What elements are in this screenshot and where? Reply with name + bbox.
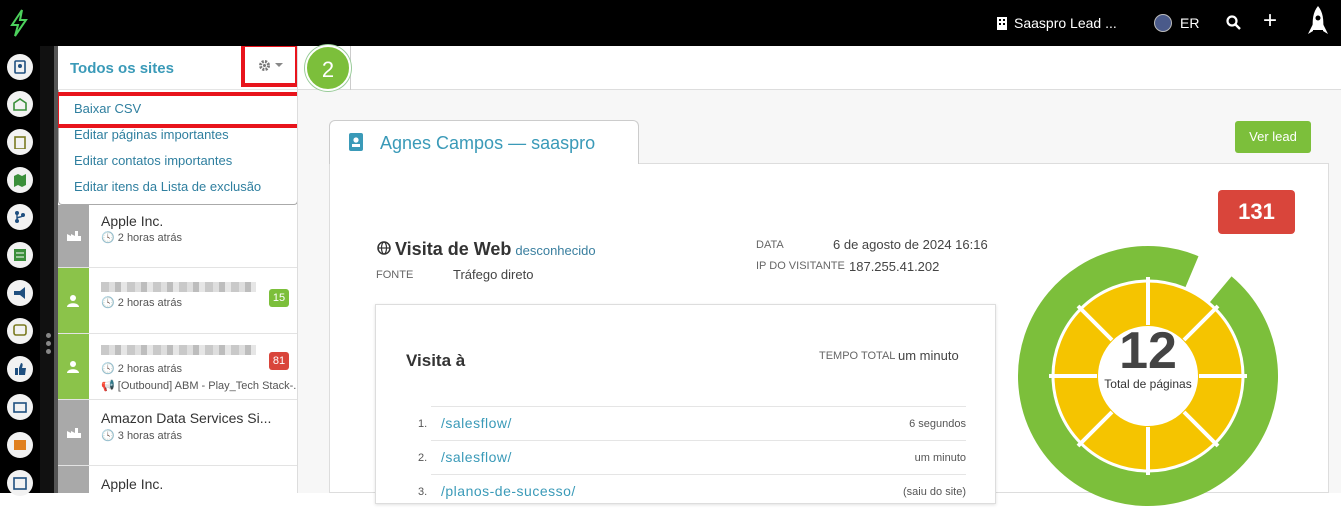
- chevron-down-icon: [274, 63, 283, 67]
- page-link[interactable]: /salesflow/: [441, 415, 512, 431]
- tv-icon[interactable]: [7, 394, 33, 420]
- visit-time: 🕓 2 horas atrás: [101, 363, 182, 375]
- ip-value: 187.255.41.202: [849, 259, 940, 274]
- view-lead-button[interactable]: Ver lead: [1235, 121, 1311, 153]
- calendar-icon[interactable]: [7, 470, 33, 496]
- step-marker: 2: [305, 45, 351, 91]
- list-item[interactable]: Amazon Data Services Si... 🕓 3 horas atr…: [58, 400, 297, 466]
- company-name: Apple Inc.: [101, 476, 164, 492]
- megaphone-icon[interactable]: [7, 280, 33, 306]
- score-badge: 81: [269, 352, 289, 370]
- page-link[interactable]: /planos-de-sucesso/: [441, 483, 576, 499]
- contacts-icon[interactable]: [7, 54, 33, 80]
- list-item[interactable]: Apple Inc.: [58, 466, 297, 493]
- page-row: 3. /planos-de-sucesso/ (saiu do site): [418, 474, 966, 508]
- company-strip: [58, 400, 89, 465]
- thumbs-up-icon[interactable]: [7, 356, 33, 382]
- settings-button[interactable]: [241, 46, 297, 87]
- globe-icon: [377, 241, 391, 255]
- top-bar: Saaspro Lead ... ER +: [0, 0, 1341, 46]
- branch-icon[interactable]: [7, 204, 33, 230]
- date-value: 6 de agosto de 2024 16:16: [833, 237, 988, 252]
- page-time: (saiu do site): [903, 486, 966, 498]
- visit-time: 🕓 3 horas atrás: [101, 430, 182, 442]
- add-icon[interactable]: +: [1263, 9, 1277, 33]
- company-name: Amazon Data Services Si...: [101, 410, 272, 426]
- total-pages-label: Total de páginas: [1104, 377, 1192, 391]
- campaign-label: 📢 [Outbound] ABM - Play_Tech Stack-...: [101, 380, 298, 392]
- sites-sidebar: Todos os sites Baixar CSV Editar páginas…: [58, 46, 298, 493]
- edit-important-pages-item[interactable]: Editar páginas importantes: [74, 127, 229, 142]
- factory-icon: [66, 427, 81, 438]
- mail-icon[interactable]: [7, 91, 33, 117]
- pages-title: Visita à: [406, 351, 466, 370]
- avatar: [1154, 14, 1172, 32]
- source-label: FONTE: [376, 269, 414, 281]
- company-strip: [58, 205, 89, 267]
- total-time-label: TEMPO TOTAL: [819, 350, 896, 362]
- visit-time: 🕓 2 horas atrás: [101, 297, 182, 309]
- page-row: 2. /salesflow/ um minuto: [418, 440, 966, 474]
- resize-handle[interactable]: [46, 333, 52, 357]
- list-item[interactable]: Apple Inc. 🕓 2 horas atrás: [58, 205, 297, 268]
- date-label: DATA: [756, 239, 784, 251]
- ip-label: IP DO VISITANTE: [756, 260, 845, 272]
- visit-subtitle: desconhecido: [515, 243, 596, 258]
- contact-strip: [58, 334, 89, 399]
- blurred-name: [101, 345, 256, 355]
- lead-score-badge: 131: [1218, 190, 1295, 234]
- blurred-name: [101, 282, 256, 292]
- main-area: 2 Agnes Campos — saaspro Ver lead 131 Vi…: [298, 45, 1341, 506]
- list-item[interactable]: 🕓 2 horas atrás 15: [58, 268, 297, 334]
- pages-panel: Visita à TEMPO TOTAL um minuto 1. /sales…: [375, 304, 996, 504]
- person-icon: [66, 294, 79, 307]
- user-initials: ER: [1180, 15, 1200, 31]
- edit-exclusion-list-item[interactable]: Editar itens da Lista de exclusão: [74, 179, 261, 194]
- nav-rail: [0, 46, 40, 496]
- gear-icon: [258, 59, 270, 71]
- rocket-icon[interactable]: [1305, 4, 1331, 40]
- visit-time: 🕓 2 horas atrás: [101, 232, 182, 244]
- lead-tab[interactable]: Agnes Campos — saaspro: [329, 120, 639, 164]
- logo-icon[interactable]: [6, 8, 32, 38]
- edit-important-contacts-item[interactable]: Editar contatos importantes: [74, 153, 232, 168]
- page-link[interactable]: /salesflow/: [441, 449, 512, 465]
- sidebar-title: Todos os sites: [70, 60, 174, 77]
- lead-title: Agnes Campos — saaspro: [380, 133, 596, 153]
- list-item[interactable]: 🕓 2 horas atrás 📢 [Outbound] ABM - Play_…: [58, 334, 298, 400]
- page-number: 1.: [418, 418, 428, 430]
- map-icon[interactable]: [7, 167, 33, 193]
- clipboard-icon[interactable]: [7, 129, 33, 155]
- company-selector[interactable]: Saaspro Lead ...: [996, 15, 1117, 31]
- chat-icon[interactable]: [7, 318, 33, 344]
- building-icon: [997, 17, 1007, 30]
- page-time: 6 segundos: [909, 418, 966, 430]
- contact-strip: [58, 268, 89, 333]
- main-toolbar: [298, 46, 1341, 90]
- source-value: Tráfego direto: [453, 267, 534, 282]
- score-badge: 15: [269, 289, 289, 307]
- contact-card-icon: [349, 133, 363, 151]
- company-name: Saaspro Lead ...: [1014, 15, 1117, 31]
- person-icon: [66, 360, 79, 373]
- page-time: um minuto: [914, 452, 966, 464]
- company-name: Apple Inc.: [101, 213, 164, 229]
- total-time-value: um minuto: [898, 348, 959, 363]
- page-row: 1. /salesflow/ 6 segundos: [418, 406, 966, 440]
- page-number: 2.: [418, 452, 428, 464]
- company-strip: [58, 466, 89, 493]
- download-csv-item[interactable]: Baixar CSV: [74, 101, 141, 116]
- image-icon[interactable]: [7, 432, 33, 458]
- visit-title: Visita de Web: [395, 239, 512, 259]
- search-icon[interactable]: [1226, 15, 1241, 30]
- list-icon[interactable]: [7, 242, 33, 268]
- total-pages-value: 12: [1119, 322, 1177, 380]
- factory-icon: [66, 231, 81, 241]
- visit-heading: Visita de Web desconhecido: [377, 239, 596, 260]
- settings-dropdown: Baixar CSV Editar páginas importantes Ed…: [58, 90, 297, 205]
- page-number: 3.: [418, 486, 428, 498]
- user-menu[interactable]: ER: [1154, 14, 1199, 32]
